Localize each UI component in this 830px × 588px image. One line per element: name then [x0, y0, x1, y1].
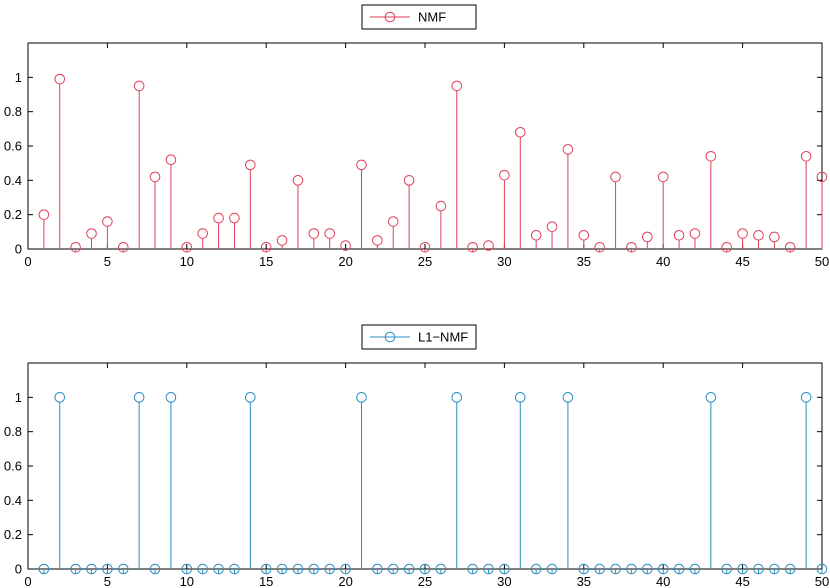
legend: NMF [361, 4, 477, 30]
x-tick-label: 40 [656, 254, 670, 269]
y-tick-label: 0 [15, 562, 22, 577]
y-tick-label: 0.4 [4, 173, 22, 188]
y-tick-label: 0 [15, 242, 22, 257]
legend-label: NMF [418, 10, 446, 25]
x-tick-label: 25 [418, 574, 432, 588]
l1-nmf-stem-chart: 0 5 10 15 20 25 30 35 40 45 50 0 0.2 0.4 0.6 0.8 1 L1−NMF [4, 324, 829, 588]
x-tick-label: 5 [104, 574, 111, 588]
x-tick-label: 25 [418, 254, 432, 269]
x-tick-label: 20 [338, 574, 352, 588]
x-tick-label: 30 [497, 254, 511, 269]
y-tick-label: 1 [15, 70, 22, 85]
legend-label: L1−NMF [418, 330, 468, 345]
y-tick-label: 0.8 [4, 104, 22, 119]
x-tick-label: 45 [735, 254, 749, 269]
x-tick-label: 45 [735, 574, 749, 588]
x-tick-label: 15 [259, 574, 273, 588]
stem-charts: 0 5 10 15 20 25 30 35 40 45 5000.20.40.60.81NMF 05… [4, 4, 829, 588]
x-tick-label: 35 [577, 254, 591, 269]
y-tick-label: 0.2 [4, 527, 22, 542]
y-tick-label: 0.8 [4, 424, 22, 439]
x-tick-label: 0 [24, 254, 31, 269]
x-tick-label: 30 [497, 574, 511, 588]
y-tick-label: 0.2 [4, 207, 22, 222]
x-tick-label: 10 [180, 254, 194, 269]
x-tick-label: 0 [24, 574, 31, 588]
plot-area [27, 42, 823, 250]
x-tick-label: 50 [815, 254, 829, 269]
y-tick-label: 0.6 [4, 139, 22, 154]
x-tick-label: 5 [104, 254, 111, 269]
y-tick-label: 1 [15, 390, 22, 405]
plot-area [27, 362, 823, 570]
legend: L1−NMF [361, 324, 477, 350]
x-tick-label: 35 [577, 574, 591, 588]
y-tick-label: 0.4 [4, 493, 22, 508]
x-tick-label: 15 [259, 254, 273, 269]
nmf-stem-chart: 0 5 10 15 20 25 30 35 40 45 50 0 0.2 0.4 0.6 0.8 1 NMF [4, 4, 829, 269]
x-tick-label: 40 [656, 574, 670, 588]
y-tick-label: 0.6 [4, 459, 22, 474]
x-tick-label: 20 [338, 254, 352, 269]
x-tick-label: 50 [815, 574, 829, 588]
x-tick-label: 10 [180, 574, 194, 588]
